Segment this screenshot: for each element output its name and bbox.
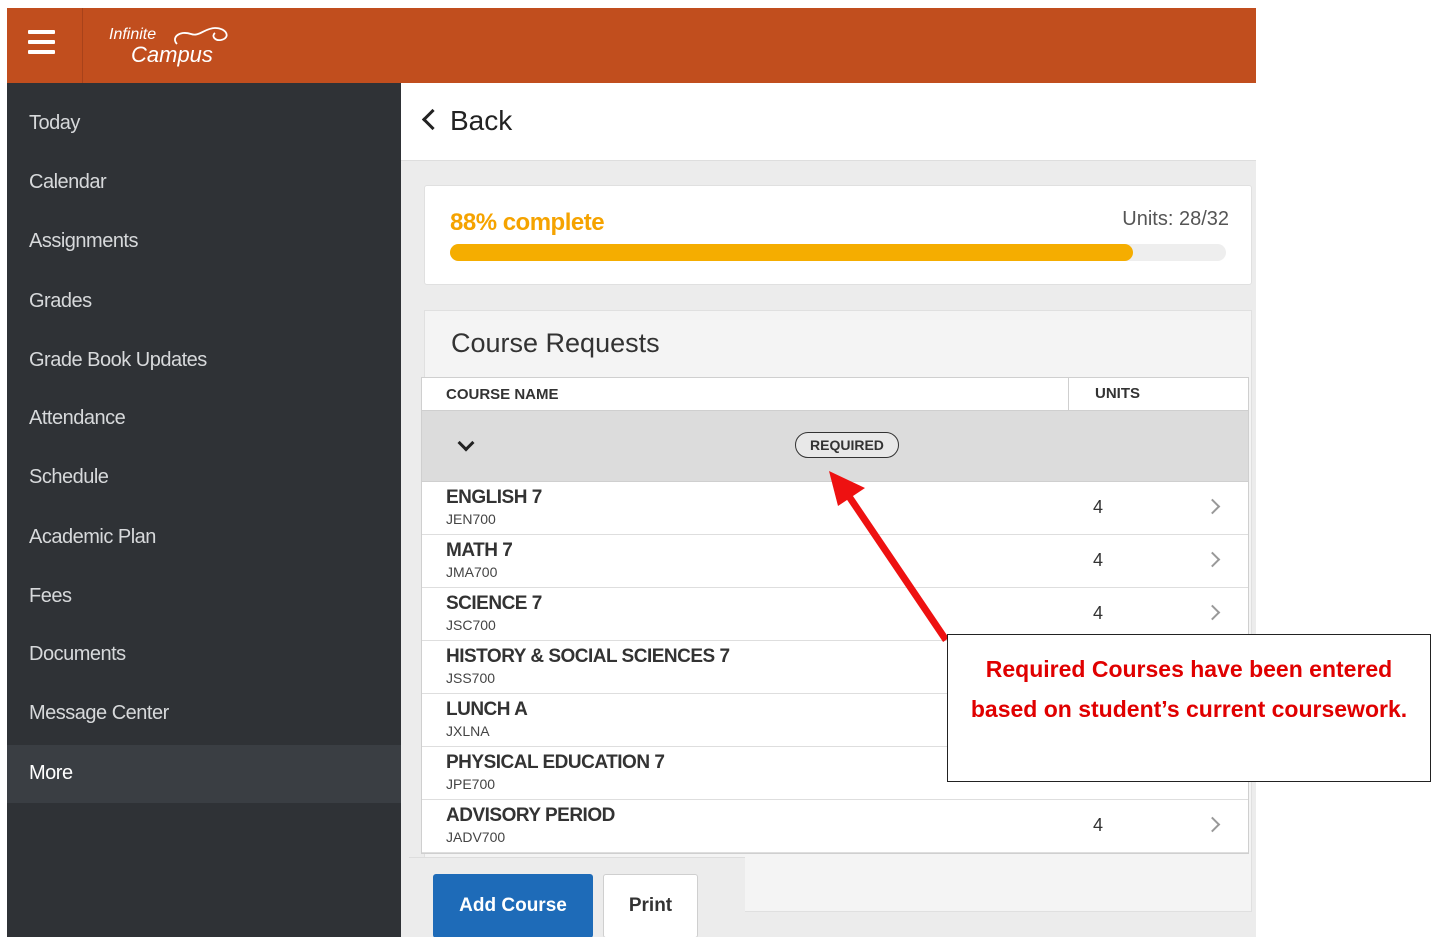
sidebar-item-label: Grade Book Updates bbox=[29, 349, 207, 371]
sidebar-item-academic-plan[interactable]: Academic Plan bbox=[7, 509, 401, 567]
sidebar-item-attendance[interactable]: Attendance bbox=[7, 390, 401, 448]
sidebar-item-grade-book-updates[interactable]: Grade Book Updates bbox=[7, 332, 401, 390]
back-button[interactable]: Back bbox=[421, 105, 513, 137]
main-content: Back 88% complete Units: 28/32 Course Re… bbox=[401, 83, 1256, 937]
table-header: COURSE NAME UNITS bbox=[422, 378, 1248, 411]
add-course-button[interactable]: Add Course bbox=[433, 874, 593, 937]
sidebar-item-label: More bbox=[29, 762, 73, 784]
course-name: HISTORY & SOCIAL SCIENCES 7 bbox=[446, 646, 730, 667]
sidebar-item-grades[interactable]: Grades bbox=[7, 273, 401, 331]
infinity-swoosh-icon bbox=[174, 27, 228, 45]
infinite-campus-logo[interactable]: Infinite Campus bbox=[109, 22, 259, 70]
chevron-down-icon[interactable] bbox=[457, 434, 475, 452]
course-code: JSC700 bbox=[446, 617, 496, 633]
sidebar-item-more[interactable]: More bbox=[7, 745, 401, 803]
course-code: JMA700 bbox=[446, 564, 498, 580]
course-name: MATH 7 bbox=[446, 540, 513, 561]
progress-bar-fill bbox=[450, 244, 1133, 261]
course-units: 4 bbox=[1093, 815, 1104, 835]
course-code: JSS700 bbox=[446, 670, 496, 686]
chevron-right-icon bbox=[1204, 816, 1221, 833]
chevron-left-icon bbox=[421, 108, 444, 131]
course-table: COURSE NAME UNITS REQUIRED ENGLISH 7 JEN… bbox=[421, 377, 1249, 854]
required-group-row[interactable]: REQUIRED bbox=[422, 411, 1248, 482]
course-code: JEN700 bbox=[446, 511, 496, 527]
course-name: ENGLISH 7 bbox=[446, 487, 542, 508]
annotation-text: Required Courses have been entered based… bbox=[970, 656, 1408, 722]
table-row[interactable]: ADVISORY PERIOD JADV700 4 bbox=[422, 800, 1248, 853]
sidebar-item-label: Schedule bbox=[29, 466, 109, 488]
sidebar-item-label: Message Center bbox=[29, 702, 169, 724]
sidebar-item-label: Calendar bbox=[29, 171, 107, 193]
progress-percent: 88% complete bbox=[450, 209, 605, 236]
sidebar-item-label: Documents bbox=[29, 643, 126, 665]
sidebar-item-schedule[interactable]: Schedule bbox=[7, 449, 401, 507]
course-code: JPE700 bbox=[446, 776, 496, 792]
course-name: ADVISORY PERIOD bbox=[446, 805, 615, 826]
course-requests-card: Course Requests COURSE NAME UNITS REQUIR… bbox=[421, 310, 1252, 912]
top-bar: Infinite Campus bbox=[7, 8, 1256, 83]
sidebar-item-label: Fees bbox=[29, 585, 72, 607]
chevron-right-icon bbox=[1204, 498, 1221, 515]
sidebar-item-fees[interactable]: Fees bbox=[7, 568, 401, 626]
course-requests-title: Course Requests bbox=[451, 328, 660, 358]
app-window: Infinite Campus Today Calendar Assignmen… bbox=[7, 8, 1256, 937]
course-name: PHYSICAL EDUCATION 7 bbox=[446, 752, 665, 773]
sidebar-item-label: Academic Plan bbox=[29, 526, 156, 548]
table-row[interactable]: ENGLISH 7 JEN700 4 bbox=[422, 482, 1248, 535]
chevron-right-icon bbox=[1204, 604, 1221, 621]
sidebar-nav: Today Calendar Assignments Grades Grade … bbox=[7, 83, 401, 937]
sidebar-item-label: Today bbox=[29, 112, 80, 134]
required-badge: REQUIRED bbox=[795, 432, 899, 458]
units-total: Units: 28/32 bbox=[1122, 208, 1229, 230]
course-units: 4 bbox=[1093, 550, 1104, 570]
course-units: 4 bbox=[1093, 497, 1104, 517]
button-bar: Add Course Print bbox=[409, 857, 745, 937]
sidebar-item-message-center[interactable]: Message Center bbox=[7, 685, 401, 743]
print-button[interactable]: Print bbox=[603, 874, 698, 937]
progress-bar-track bbox=[450, 244, 1226, 261]
course-name: LUNCH A bbox=[446, 699, 528, 720]
sidebar-item-documents[interactable]: Documents bbox=[7, 626, 401, 684]
sidebar-item-label: Assignments bbox=[29, 230, 139, 252]
course-units: 4 bbox=[1093, 603, 1104, 623]
course-code: JXLNA bbox=[446, 723, 490, 739]
sidebar-item-assignments[interactable]: Assignments bbox=[7, 213, 401, 271]
back-label: Back bbox=[450, 105, 513, 136]
back-bar: Back bbox=[401, 83, 1256, 161]
annotation-callout: Required Courses have been entered based… bbox=[947, 634, 1431, 782]
chevron-right-icon bbox=[1204, 551, 1221, 568]
sidebar-item-today[interactable]: Today bbox=[7, 95, 401, 153]
sidebar-item-label: Grades bbox=[29, 290, 92, 312]
course-code: JADV700 bbox=[446, 829, 506, 845]
col-header-units: UNITS bbox=[1068, 378, 1140, 410]
table-row[interactable]: MATH 7 JMA700 4 bbox=[422, 535, 1248, 588]
sidebar-item-label: Attendance bbox=[29, 407, 126, 429]
sidebar-item-calendar[interactable]: Calendar bbox=[7, 154, 401, 212]
progress-card: 88% complete Units: 28/32 bbox=[424, 185, 1252, 285]
col-header-course-name: COURSE NAME bbox=[446, 386, 559, 403]
course-name: SCIENCE 7 bbox=[446, 593, 542, 614]
hamburger-menu-icon[interactable] bbox=[7, 8, 83, 83]
